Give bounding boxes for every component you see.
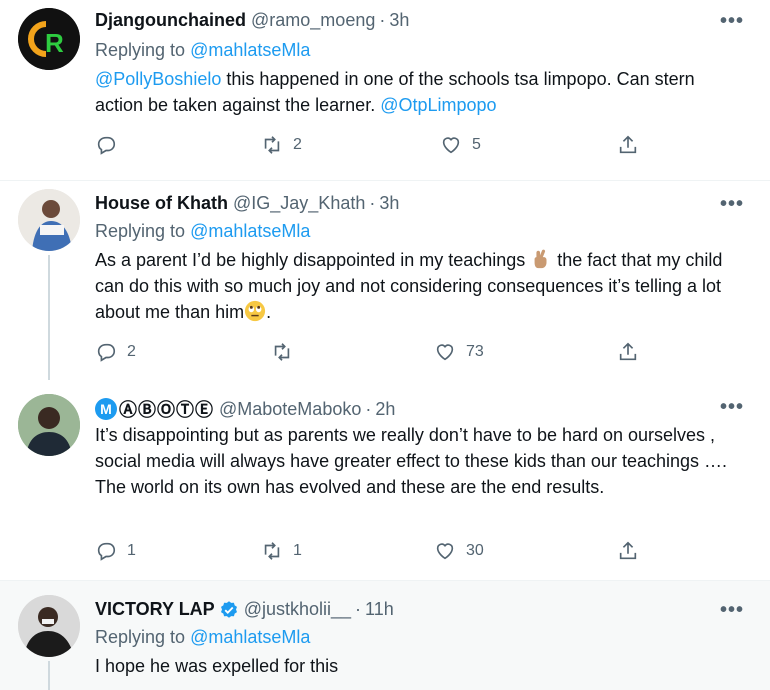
like-button[interactable]: 73: [434, 341, 484, 363]
like-count: 73: [466, 343, 484, 360]
display-name[interactable]: VICTORY LAP: [95, 599, 215, 620]
tweet-text: As a parent I’d be highly disappointed i…: [95, 247, 745, 325]
separator-dot: ·: [355, 599, 362, 619]
like-button[interactable]: 5: [440, 134, 481, 156]
mention-link[interactable]: @PollyBoshielo: [95, 69, 221, 89]
replying-mention-link[interactable]: @mahlatseMla: [190, 40, 310, 60]
thread-line: [48, 661, 50, 690]
user-handle[interactable]: @ramo_moeng: [251, 10, 375, 31]
separator-dot: ·: [369, 193, 376, 213]
share-button[interactable]: [617, 134, 639, 156]
avatar-logo-icon: R: [18, 8, 80, 70]
retweet-button[interactable]: [271, 341, 303, 363]
share-icon: [619, 135, 637, 154]
more-options-button[interactable]: •••: [720, 10, 744, 33]
retweet-button[interactable]: 1: [261, 540, 302, 562]
replying-to: Replying to @mahlatseMla: [95, 221, 310, 242]
tweet-mabote[interactable]: M ⒶⒷⓄⓉⒺ @MaboteMaboko · 2h ••• It’s disa…: [0, 380, 770, 580]
replying-prefix: Replying to: [95, 221, 191, 241]
tweet-text: It’s disappointing but as parents we rea…: [95, 425, 727, 497]
user-handle[interactable]: @MaboteMaboko: [219, 399, 361, 420]
reply-icon: [97, 136, 116, 155]
display-name[interactable]: Djangounchained: [95, 10, 246, 31]
replying-prefix: Replying to: [95, 627, 191, 647]
reply-count: 1: [127, 542, 136, 559]
reply-button[interactable]: [95, 134, 127, 156]
reply-button[interactable]: 1: [95, 540, 136, 562]
display-name[interactable]: House of Khath: [95, 193, 228, 214]
name-badge-icon: M: [95, 398, 117, 420]
replying-mention-link[interactable]: @mahlatseMla: [190, 221, 310, 241]
avatar[interactable]: [18, 394, 80, 456]
reply-icon: [97, 343, 116, 362]
display-name[interactable]: ⒶⒷⓄⓉⒺ: [119, 396, 214, 422]
avatar-photo-icon: [18, 595, 80, 657]
retweet-button[interactable]: 2: [261, 134, 302, 156]
crossed-fingers-emoji-icon: [534, 249, 547, 269]
action-bar: 1 1 30: [95, 540, 655, 566]
user-handle[interactable]: @justkholii__: [244, 599, 351, 620]
more-options-button[interactable]: •••: [720, 193, 744, 216]
reply-count: 2: [127, 343, 136, 360]
user-handle[interactable]: @IG_Jay_Khath: [233, 193, 365, 214]
replying-to: Replying to @mahlatseMla: [95, 627, 310, 648]
tweet-djangounchained[interactable]: R Djangounchained @ramo_moeng · 3h ••• R…: [0, 0, 770, 180]
separator-dot: ·: [379, 10, 386, 30]
action-bar: 2 73: [95, 341, 655, 367]
avatar[interactable]: R: [18, 8, 80, 70]
timestamp[interactable]: 3h: [389, 10, 409, 31]
svg-text:R: R: [45, 28, 64, 58]
retweet-icon: [264, 136, 280, 154]
avatar-photo-icon: [18, 189, 80, 251]
reply-button[interactable]: 2: [95, 341, 136, 363]
tweet-victory-lap[interactable]: VICTORY LAP @justkholii__ · 11h ••• Repl…: [0, 581, 770, 690]
heart-icon: [442, 137, 460, 154]
heart-icon: [436, 543, 454, 560]
heart-icon: [436, 344, 454, 361]
like-count: 30: [466, 542, 484, 559]
separator-dot: ·: [365, 398, 372, 419]
mention-link[interactable]: @OtpLimpopo: [380, 95, 496, 115]
share-button[interactable]: [617, 540, 639, 562]
like-count: 5: [472, 136, 481, 153]
like-button[interactable]: 30: [434, 540, 484, 562]
share-button[interactable]: [617, 341, 639, 363]
replying-mention-link[interactable]: @mahlatseMla: [190, 627, 310, 647]
retweet-count: 1: [293, 542, 302, 559]
tweet-text-body: As a parent I’d be highly disappointed i…: [95, 250, 531, 270]
replying-prefix: Replying to: [95, 40, 191, 60]
timestamp[interactable]: 11h: [365, 599, 394, 620]
reply-icon: [97, 542, 116, 561]
replying-to: Replying to @mahlatseMla: [95, 40, 310, 61]
avatar[interactable]: [18, 189, 80, 251]
more-options-button[interactable]: •••: [720, 599, 744, 622]
avatar-photo-icon: [18, 394, 80, 456]
tweet-house-of-khath[interactable]: House of Khath @IG_Jay_Khath · 3h ••• Re…: [0, 181, 770, 380]
rolling-eyes-emoji-icon: [245, 300, 266, 322]
retweet-count: 2: [293, 136, 302, 153]
timestamp[interactable]: 3h: [379, 193, 399, 214]
action-bar: 2 5: [95, 134, 655, 160]
more-options-button[interactable]: •••: [720, 396, 744, 419]
retweet-icon: [264, 542, 280, 560]
tweet-text-body: .: [266, 302, 272, 322]
share-icon: [619, 342, 637, 361]
timestamp[interactable]: 2h: [375, 399, 395, 420]
retweet-icon: [274, 343, 290, 361]
tweet-text: I hope he was expelled for this: [95, 656, 339, 676]
tweet-text: @PollyBoshielo this happened in one of t…: [95, 66, 745, 118]
share-icon: [619, 541, 637, 560]
thread-line: [48, 255, 50, 380]
avatar[interactable]: [18, 595, 80, 657]
verified-badge-icon: [220, 600, 237, 618]
